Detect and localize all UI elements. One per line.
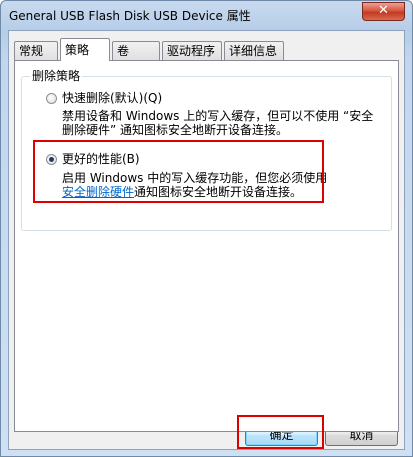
tab-driver[interactable]: 驱动程序 — [162, 41, 222, 60]
quick-removal-desc-line1: 禁用设备和 Windows 上的写入缓存，但可以不使用 “安全 — [62, 109, 374, 123]
tab-label: 常规 — [19, 44, 44, 58]
close-icon: ✕ — [378, 3, 389, 18]
tab-details[interactable]: 详细信息 — [224, 41, 284, 60]
tab-label: 策略 — [65, 43, 90, 57]
policies-tab-panel: 删除策略 快速删除(默认)(Q) 禁用设备和 Windows 上的写入缓存，但可… — [14, 60, 399, 432]
quick-removal-radio[interactable] — [46, 93, 57, 104]
dialog-client-area: 常规 策略 卷 驱动程序 详细信息 删除策略 快速删除(默认)(Q) 禁用设备和… — [8, 30, 405, 450]
ok-button-highlight — [237, 415, 324, 449]
tab-policies[interactable]: 策略 — [60, 38, 110, 61]
better-performance-highlight — [33, 140, 324, 203]
tab-label: 驱动程序 — [167, 44, 216, 58]
quick-removal-desc-line2: 删除硬件” 通知图标安全地断开设备连接。 — [62, 123, 289, 137]
tab-label: 详细信息 — [229, 44, 278, 58]
tab-volumes[interactable]: 卷 — [112, 41, 160, 60]
window-title: General USB Flash Disk USB Device 属性 — [9, 9, 251, 23]
tab-label: 卷 — [117, 44, 130, 58]
tab-general[interactable]: 常规 — [14, 41, 58, 60]
close-button[interactable]: ✕ — [362, 2, 405, 21]
title-bar[interactable]: General USB Flash Disk USB Device 属性 ✕ — [1, 1, 412, 29]
quick-removal-label[interactable]: 快速删除(默认)(Q) — [62, 91, 162, 105]
properties-window: General USB Flash Disk USB Device 属性 ✕ 常… — [0, 0, 413, 457]
group-title: 删除策略 — [30, 69, 83, 83]
